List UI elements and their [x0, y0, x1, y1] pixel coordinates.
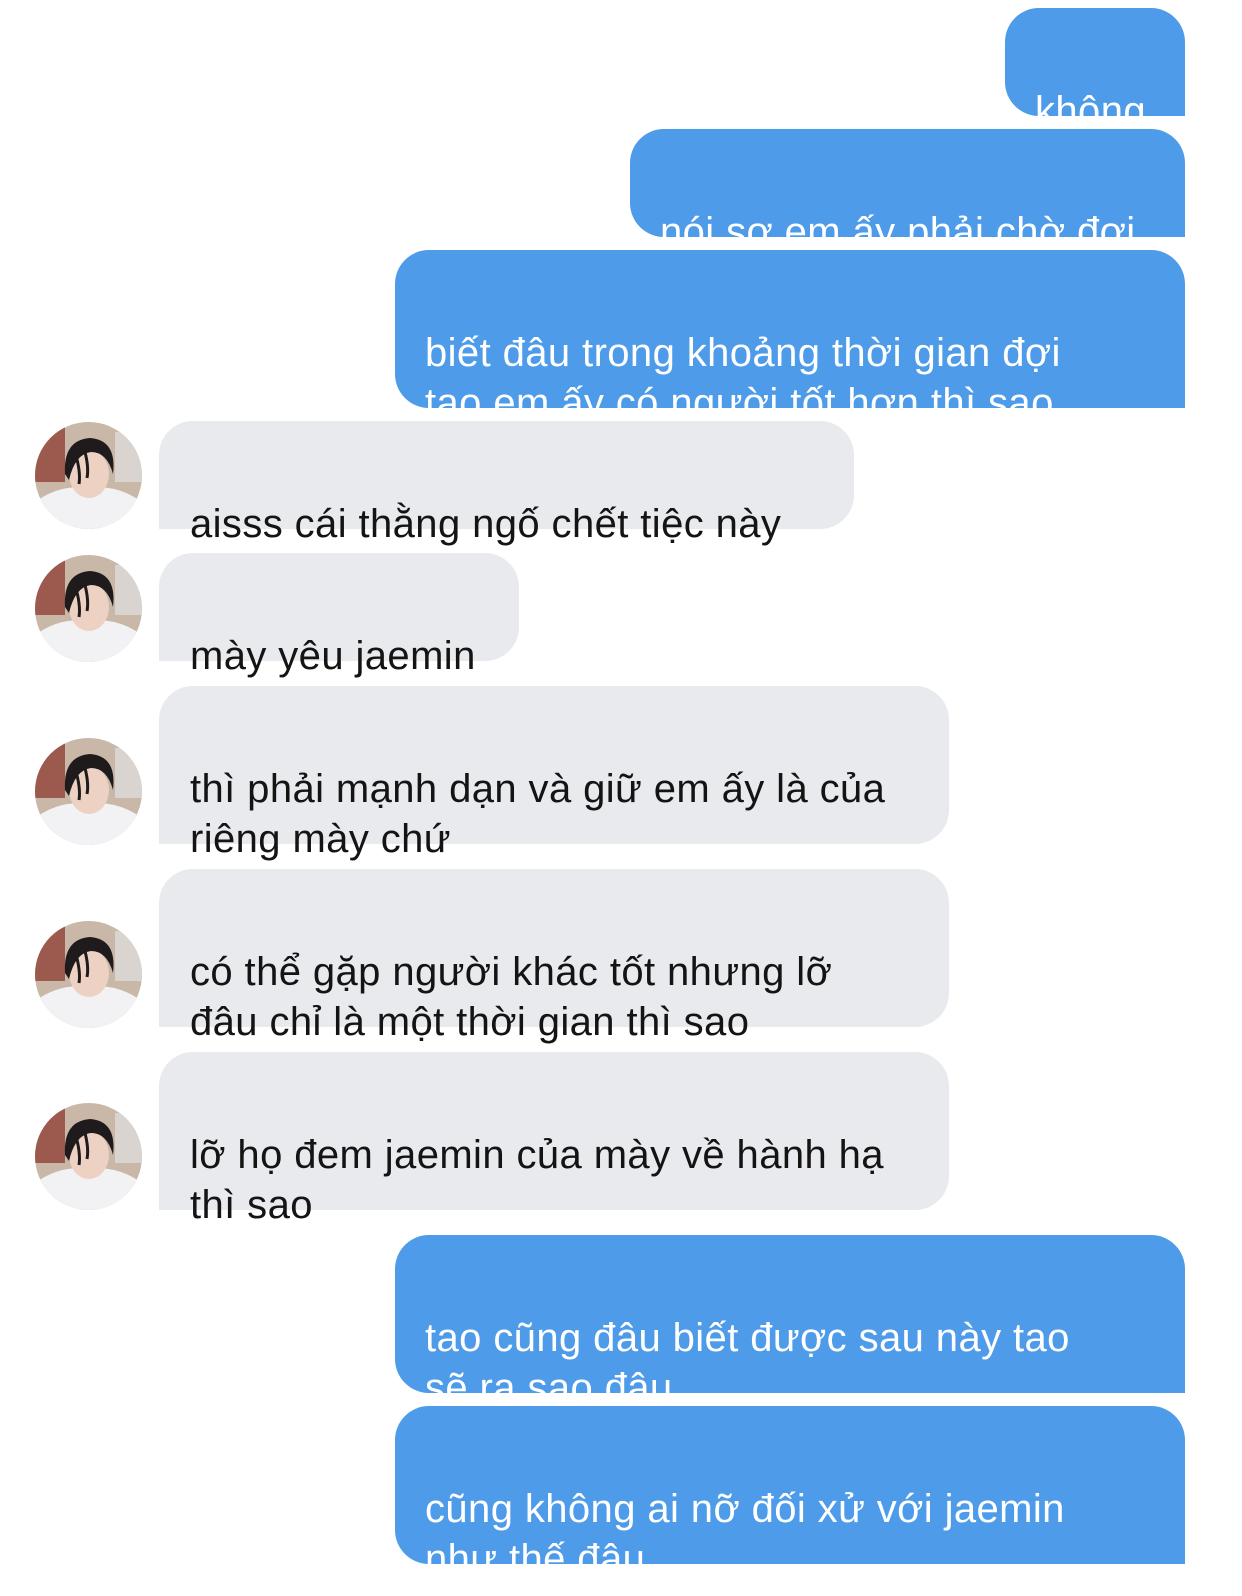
avatar[interactable] — [35, 1103, 142, 1210]
message-text: cũng không ai nỡ đối xử với jaemin như t… — [425, 1487, 1065, 1581]
contact-avatar-photo-icon — [35, 921, 142, 1028]
message-text: biết đâu trong khoảng thời gian đợi tao … — [425, 331, 1061, 425]
message-text: thì phải mạnh dạn và giữ em ấy là của ri… — [190, 767, 886, 861]
avatar[interactable] — [35, 921, 142, 1028]
sent-message[interactable]: không — [1005, 8, 1185, 133]
sent-message[interactable]: nói sợ em ấy phải chờ đợi — [630, 129, 1185, 254]
avatar[interactable] — [35, 422, 142, 529]
received-message[interactable]: thì phải mạnh dạn và giữ em ấy là của ri… — [159, 686, 949, 861]
message-text: tao cũng đâu biết được sau này tao sẽ ra… — [425, 1316, 1070, 1410]
sent-message[interactable]: biết đâu trong khoảng thời gian đợi tao … — [395, 250, 1185, 425]
received-message[interactable]: aisss cái thằng ngố chết tiệc này — [159, 421, 854, 546]
message-text: không — [1035, 89, 1146, 133]
message-text: aisss cái thằng ngố chết tiệc này — [190, 502, 782, 546]
contact-avatar-photo-icon — [35, 422, 142, 529]
received-message[interactable]: có thể gặp người khác tốt nhưng lỡ đâu c… — [159, 869, 949, 1044]
received-message[interactable]: mày yêu jaemin — [159, 553, 519, 678]
contact-avatar-photo-icon — [35, 1103, 142, 1210]
message-text: có thể gặp người khác tốt nhưng lỡ đâu c… — [190, 950, 833, 1044]
avatar[interactable] — [35, 738, 142, 845]
message-text: lỡ họ đem jaemin của mày về hành hạ thì … — [190, 1133, 884, 1227]
avatar[interactable] — [35, 555, 142, 662]
sent-message[interactable]: cũng không ai nỡ đối xử với jaemin như t… — [395, 1406, 1185, 1581]
message-text: mày yêu jaemin — [190, 634, 476, 678]
message-text: nói sợ em ấy phải chờ đợi — [660, 210, 1136, 254]
sent-message[interactable]: tao cũng đâu biết được sau này tao sẽ ra… — [395, 1235, 1185, 1410]
contact-avatar-photo-icon — [35, 555, 142, 662]
received-message[interactable]: lỡ họ đem jaemin của mày về hành hạ thì … — [159, 1052, 949, 1227]
contact-avatar-photo-icon — [35, 738, 142, 845]
